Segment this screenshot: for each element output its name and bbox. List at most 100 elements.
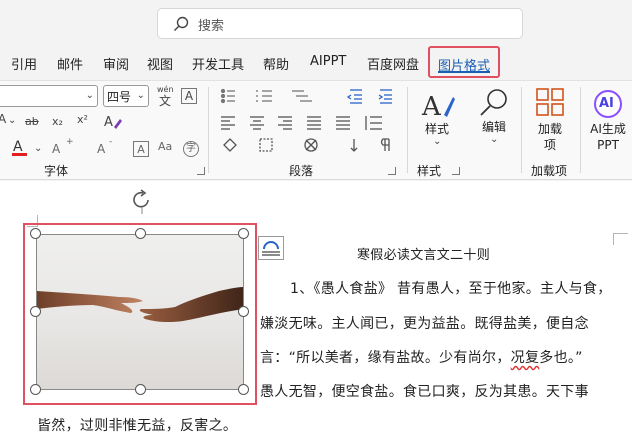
- align-right-icon: [278, 116, 292, 130]
- layout-options-icon: [262, 241, 280, 256]
- character-shading-button[interactable]: A: [133, 141, 149, 157]
- resize-handle-w[interactable]: [30, 306, 41, 317]
- svg-text:A: A: [13, 139, 23, 155]
- ai-ppt-button[interactable]: AI生成PPT: [588, 121, 628, 153]
- tab-picture-format[interactable]: 图片格式: [428, 46, 501, 78]
- character-border-button[interactable]: A: [181, 88, 197, 104]
- strikethrough-button[interactable]: ab: [25, 116, 39, 127]
- align-center-icon: [250, 116, 264, 130]
- layout-options-button[interactable]: [258, 236, 284, 260]
- word-window: 搜索 引用 邮件 审阅 视图 开发工具 帮助 AIPPT 百度网盘 图片格式 ⌄…: [0, 0, 632, 437]
- ai-ppt-icon[interactable]: AI: [594, 90, 622, 118]
- subscript-button[interactable]: x₂: [52, 116, 63, 127]
- chevron-down-icon: ⌄: [136, 90, 145, 101]
- styles-button[interactable]: 样式: [422, 121, 452, 137]
- borders-icon: [259, 138, 273, 152]
- document-line: 愚人无智，便空食盐。食已口爽，反为其患。天下事: [260, 384, 589, 400]
- shrink-font-button[interactable]: A: [97, 143, 105, 155]
- group-divider: [580, 87, 581, 173]
- ai-badge-text: AI: [599, 96, 614, 111]
- justify-icon: [307, 116, 321, 130]
- chevron-down-icon: ⌄: [490, 134, 499, 145]
- hands-illustration: [37, 287, 243, 323]
- add-ins-button[interactable]: 加载项: [535, 121, 565, 153]
- ribbon-tabs: 引用 邮件 审阅 视图 开发工具 帮助 AIPPT 百度网盘 图片格式: [0, 44, 632, 84]
- document-line: 1、《愚人食盐》 昔有愚人，至于他家。主人与食，: [290, 281, 612, 297]
- sort-icon: [350, 139, 358, 152]
- font-group-label: 字体: [44, 164, 69, 178]
- change-case-button[interactable]: Aa: [158, 141, 172, 152]
- tab-baidu-netdisk[interactable]: 百度网盘: [367, 54, 419, 73]
- document-line: 皆然，过则非惟无益，反害之。: [37, 418, 238, 434]
- resize-handle-e[interactable]: [238, 306, 249, 317]
- resize-handle-s[interactable]: [135, 384, 146, 395]
- font-dialog-launcher-icon[interactable]: [197, 167, 205, 175]
- multilevel-list-icon: [292, 90, 312, 102]
- search-box[interactable]: 搜索: [157, 8, 523, 39]
- styles-dialog-launcher-icon[interactable]: [452, 167, 460, 175]
- decrease-indent-icon: [346, 89, 362, 104]
- tab-mailings[interactable]: 邮件: [57, 54, 83, 73]
- bullets-icon: [220, 88, 235, 104]
- line-spacing-icon: [365, 116, 382, 130]
- group-divider: [521, 87, 522, 173]
- tab-references[interactable]: 引用: [11, 54, 37, 73]
- document-text-run: 言：“所以美者，缘有盐故。少有尚尔，: [260, 350, 511, 366]
- chevron-down-icon: ⌄: [433, 136, 442, 147]
- resize-handle-n[interactable]: [135, 228, 146, 239]
- font-size-down-icon: -: [109, 137, 113, 147]
- edit-button[interactable]: 编辑: [478, 119, 510, 135]
- svg-text:A: A: [0, 112, 7, 126]
- add-ins-group-label: 加载项: [531, 164, 568, 178]
- tab-view[interactable]: 视图: [147, 54, 173, 73]
- rotate-handle-icon[interactable]: [131, 188, 153, 214]
- document-line: 嫌淡无味。主人闻已，更为益盐。既得盐美，便自念: [260, 316, 589, 332]
- enclose-characters-button[interactable]: 字: [183, 141, 199, 157]
- chevron-down-icon: ⌄: [85, 90, 94, 101]
- resize-handle-se[interactable]: [238, 384, 249, 395]
- group-divider: [208, 87, 209, 173]
- font-size-dropdown[interactable]: 四号 ⌄: [103, 85, 149, 107]
- resize-handle-ne[interactable]: [238, 228, 249, 239]
- tab-review[interactable]: 审阅: [103, 54, 129, 73]
- group-divider: [407, 87, 408, 173]
- shading-icon: [223, 138, 237, 152]
- document-text-run: 多也。”: [539, 350, 583, 366]
- chinese-layout-icon: [304, 138, 318, 152]
- font-name-dropdown[interactable]: ⌄: [0, 85, 98, 107]
- page-corner-mark: [613, 233, 614, 245]
- font-color-icon[interactable]: A: [10, 137, 30, 159]
- document-title: 寒假必读文言文二十则: [357, 248, 491, 263]
- svg-text:A: A: [421, 92, 442, 122]
- show-marks-icon: [380, 138, 390, 151]
- svg-text:A: A: [104, 115, 113, 130]
- chevron-down-icon: ⌄: [8, 115, 17, 126]
- page-corner-mark: [614, 233, 628, 234]
- search-placeholder: 搜索: [198, 19, 225, 34]
- paragraph-dialog-launcher-icon[interactable]: [388, 167, 396, 175]
- paragraph-group-label: 段落: [289, 164, 314, 178]
- tab-help[interactable]: 帮助: [263, 54, 289, 73]
- phonetic-guide-button[interactable]: 文: [159, 95, 171, 107]
- styles-group-label: 样式: [417, 164, 442, 178]
- resize-handle-nw[interactable]: [30, 228, 41, 239]
- spelling-flag[interactable]: 况复: [511, 350, 540, 366]
- tab-aippt[interactable]: AIPPT: [310, 54, 346, 69]
- numbering-icon: [256, 90, 272, 102]
- hands-photo[interactable]: [36, 234, 244, 390]
- chevron-down-icon: ⌄: [34, 143, 43, 154]
- add-ins-icon[interactable]: [535, 87, 565, 117]
- tab-developer[interactable]: 开发工具: [192, 54, 244, 73]
- resize-handle-sw[interactable]: [30, 384, 41, 395]
- styles-icon[interactable]: A: [420, 87, 456, 123]
- increase-indent-icon: [378, 89, 392, 104]
- ribbon: ⌄ 四号 ⌄ wén 文 A A ⌄ ab x₂ x² A A ⌄ A + A …: [0, 80, 632, 180]
- grow-font-button[interactable]: A: [52, 143, 60, 155]
- text-effects-icon[interactable]: A: [103, 113, 123, 131]
- font-size-up-icon: +: [66, 137, 74, 147]
- paragraph-controls: [220, 88, 392, 152]
- document-line: 言：“所以美者，缘有盐故。少有尚尔，况复多也。”: [260, 347, 583, 367]
- superscript-button[interactable]: x²: [77, 114, 88, 125]
- find-icon[interactable]: [478, 87, 510, 119]
- search-icon: [174, 16, 189, 31]
